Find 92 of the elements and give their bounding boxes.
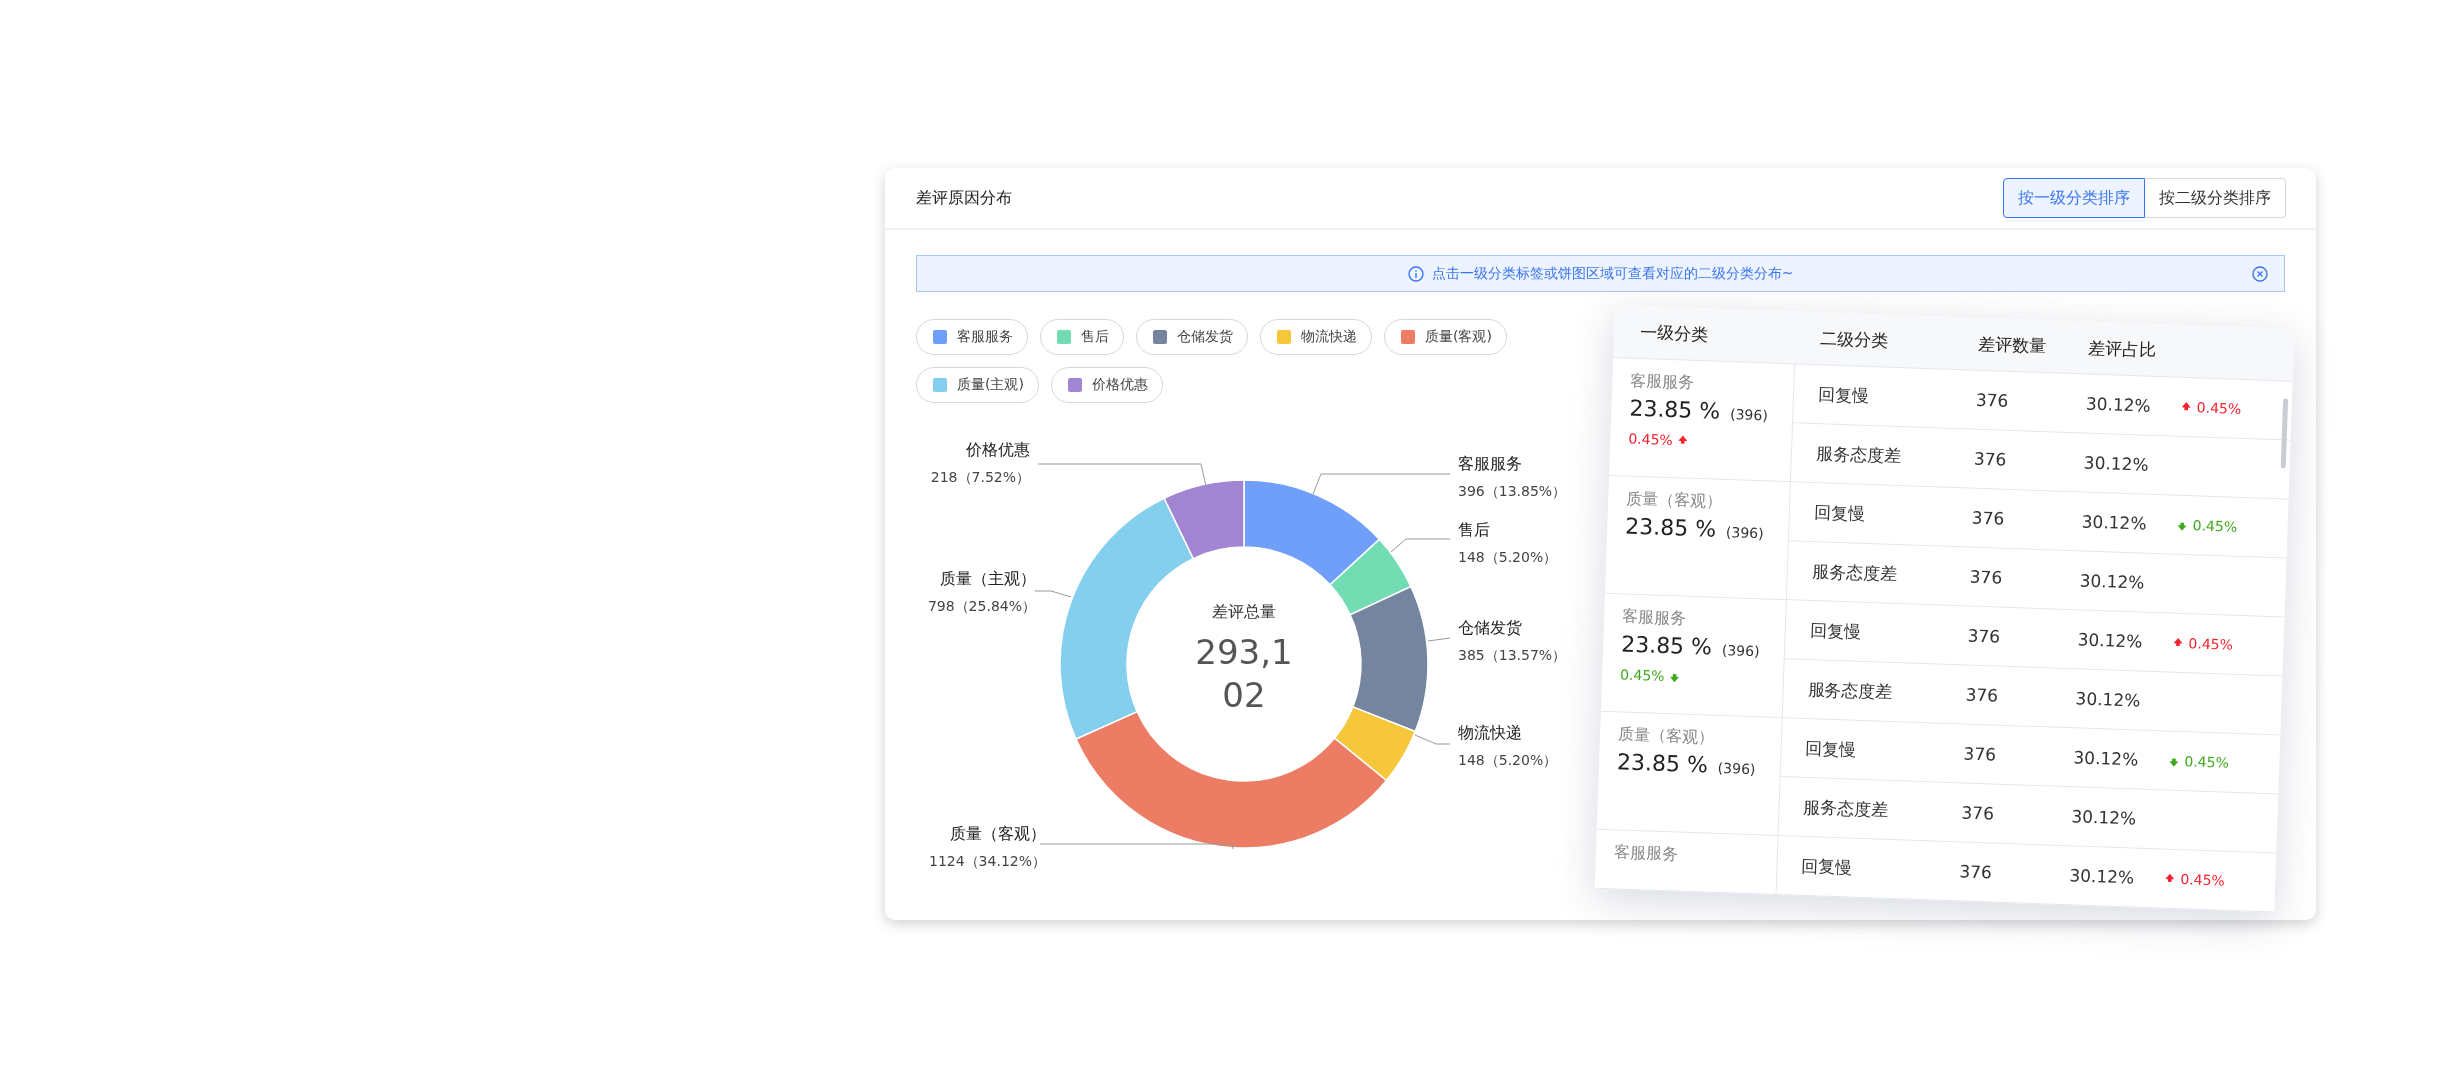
category-percent: 23.85 % [1624, 513, 1717, 542]
slice-label: 价格优惠 [966, 440, 1030, 459]
subcategory-cell-text: 回复慢 [1804, 736, 1858, 762]
change-value: 0.45% [2184, 753, 2230, 771]
ratio-cell-text: 30.12% [2083, 452, 2150, 476]
donut-slice[interactable] [1333, 706, 1416, 782]
ratio-cell-text: 30.12% [2085, 393, 2152, 417]
slice-label: 客服服务 [1458, 454, 1522, 473]
slice-value: 396（13.85%） [1458, 483, 1567, 499]
category-percent: 23.85 % [1629, 395, 1721, 424]
column-header: 一级分类 [1638, 320, 1710, 346]
count-cell-text: 376 [1975, 389, 2010, 413]
ratio-cell-text: 30.12% [2069, 865, 2136, 889]
slice-label: 质量（客观） [950, 824, 1046, 843]
category-percent: 23.85 % [1616, 749, 1709, 778]
subcategory-cell-text: 回复慢 [1808, 618, 1863, 644]
subcategory-cell-text: 回复慢 [1816, 382, 1871, 408]
category-count: (396) [1717, 759, 1756, 778]
leader-line [1427, 637, 1451, 642]
sort-button[interactable]: 按一级分类排序 [2003, 178, 2145, 218]
column-header: 差评数量 [1977, 332, 2048, 358]
category-name: 质量（客观） [1617, 724, 1715, 749]
leader-line [1414, 734, 1451, 745]
change-value: 0.45% [1628, 430, 1674, 449]
category-count: (396) [1729, 406, 1769, 424]
info-icon [1407, 265, 1424, 282]
slice-value: 148（5.20%） [1458, 752, 1558, 768]
subcategory-cell-text: 服务态度差 [1806, 677, 1895, 704]
count-cell-text: 376 [1965, 684, 2000, 708]
slice-label: 仓储发货 [1458, 618, 1522, 637]
slice-value: 385（13.57%） [1458, 647, 1567, 663]
slice-label: 物流快递 [1458, 723, 1522, 742]
count-cell-text: 376 [1959, 861, 1994, 885]
slice-value: 218（7.52%） [930, 469, 1030, 485]
leader-line [1390, 538, 1451, 553]
donut-slice[interactable] [1075, 710, 1388, 849]
scrollbar[interactable] [2280, 398, 2289, 469]
ratio-cell-text: 30.12% [2081, 511, 2148, 535]
count-cell-text: 376 [1967, 625, 2002, 649]
close-icon[interactable] [2252, 266, 2268, 282]
notice-text: 点击一级分类标签或饼图区域可查看对应的二级分类分布~ [1431, 264, 1794, 283]
sort-button[interactable]: 按二级分类排序 [2145, 178, 2286, 218]
count-cell-text: 376 [1961, 802, 1996, 826]
category-name: 质量（客观） [1625, 488, 1723, 513]
legend-label: 质量(客观) [1425, 328, 1492, 346]
slice-label: 质量（主观） [940, 569, 1036, 588]
slice-value: 798（25.84%） [927, 598, 1036, 614]
legend-label: 仓储发货 [1177, 328, 1233, 346]
donut-slice[interactable] [1329, 538, 1412, 616]
panel-title: 差评原因分布 [916, 187, 1012, 209]
legend-label: 客服服务 [957, 328, 1013, 346]
change-value: 0.45% [2196, 399, 2242, 417]
category-name: 客服服务 [1613, 842, 1679, 866]
change-value: 0.45% [2180, 871, 2226, 889]
ratio-cell-text: 30.12% [2075, 688, 2142, 712]
change-value: 0.45% [2188, 635, 2234, 653]
column-header: 差评占比 [2087, 336, 2158, 362]
count-cell-text: 376 [1971, 507, 2006, 531]
legend-label: 价格优惠 [1091, 376, 1148, 394]
subcategory-cell-text: 服务态度差 [1814, 441, 1903, 468]
count-cell-text: 376 [1973, 448, 2008, 472]
category-count: (396) [1725, 524, 1764, 542]
ratio-cell-text: 30.12% [2073, 747, 2140, 771]
slice-value: 1124（34.12%） [929, 853, 1046, 869]
ratio-cell-text: 30.12% [2071, 806, 2138, 830]
column-header: 二级分类 [1818, 326, 1890, 353]
legend-label: 质量(主观) [957, 376, 1024, 394]
legend-label: 物流快递 [1301, 328, 1357, 346]
ratio-cell-text: 30.12% [2077, 629, 2144, 653]
category-count: (396) [1721, 641, 1760, 660]
category-name: 客服服务 [1630, 370, 1695, 394]
legend-label: 售后 [1081, 328, 1109, 346]
subcategory-cell-text: 回复慢 [1800, 854, 1854, 880]
count-cell-text: 376 [1969, 566, 2004, 590]
category-percent: 23.85 % [1620, 631, 1713, 660]
category-name: 客服服务 [1621, 606, 1687, 630]
subcategory-cell-text: 回复慢 [1812, 500, 1867, 526]
total-label: 差评总量 [1212, 602, 1276, 623]
donut-slice[interactable] [1163, 479, 1245, 560]
slice-label: 售后 [1458, 520, 1490, 539]
donut-slice[interactable] [1349, 585, 1429, 733]
change-value: 0.45% [1619, 666, 1665, 684]
subcategory-cell-text: 服务态度差 [1802, 795, 1890, 822]
donut-slice[interactable] [1059, 497, 1194, 740]
change-value: 0.45% [2192, 517, 2238, 535]
ratio-cell-text: 30.12% [2079, 570, 2146, 594]
total-value: 293,102 [1194, 631, 1294, 716]
leader-line [1034, 590, 1072, 598]
donut-slice[interactable] [1243, 479, 1381, 586]
count-cell-text: 376 [1963, 743, 1998, 767]
slice-value: 148（5.20%） [1458, 549, 1558, 565]
subcategory-cell-text: 服务态度差 [1810, 559, 1899, 586]
